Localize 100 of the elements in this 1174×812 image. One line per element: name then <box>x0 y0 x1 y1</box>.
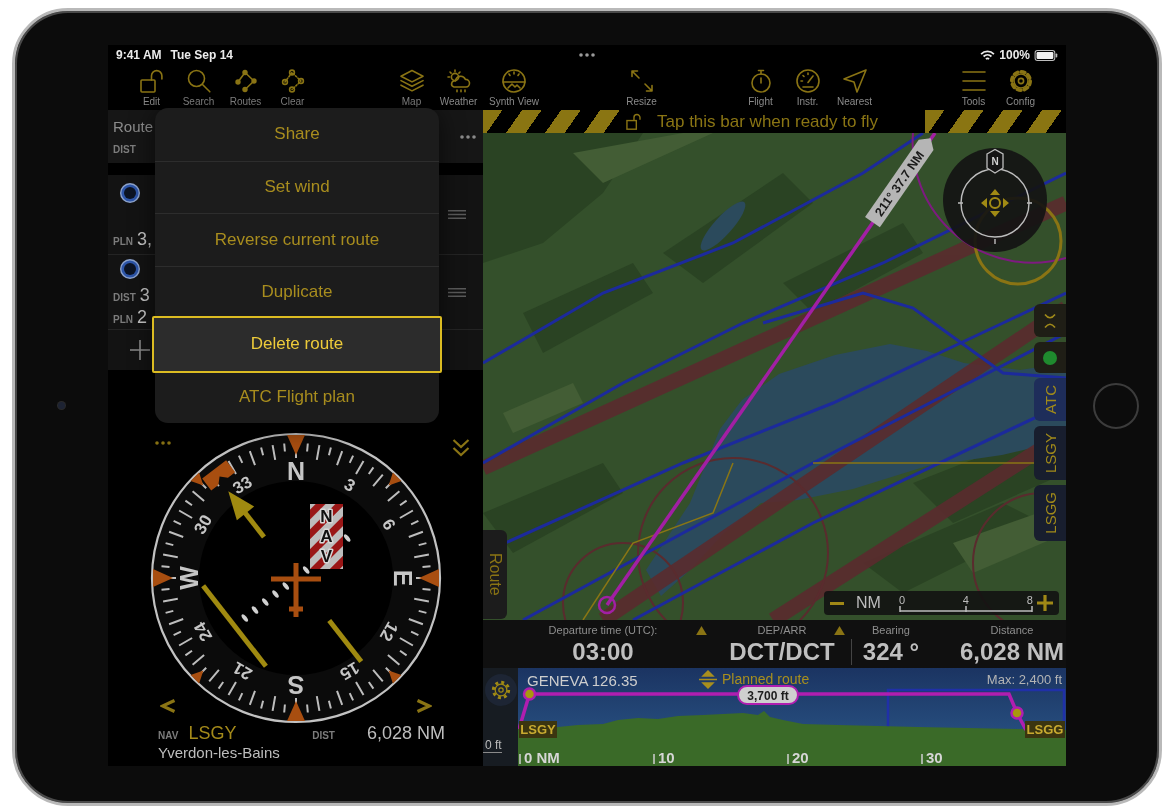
distance-axis-label: 20 <box>792 749 809 766</box>
course-tail-line <box>327 619 364 664</box>
multitasking-dots-icon[interactable] <box>579 53 595 57</box>
field-label: PLN <box>113 236 133 248</box>
plus-icon <box>1037 595 1053 611</box>
toolbar-button[interactable]: Resize <box>618 65 665 110</box>
field-label: PLN <box>113 314 133 326</box>
triangle-marker-icon <box>190 472 204 486</box>
info-label: DEP/ARR <box>757 624 807 636</box>
menu-icon <box>961 69 986 93</box>
chevron-right-icon[interactable] <box>416 698 432 714</box>
field-value: 2 <box>137 307 147 328</box>
compass-heading-label: S <box>287 671 305 699</box>
airplane-symbol-icon <box>268 560 324 620</box>
toolbar-button[interactable]: Config <box>997 65 1044 110</box>
column-label: DIST <box>113 144 136 156</box>
open-padlock-icon <box>139 69 164 93</box>
distance-axis-label: 30 <box>926 749 943 766</box>
toolbar-button[interactable]: Weather <box>435 65 482 110</box>
info-value[interactable]: 03:00 <box>572 638 634 666</box>
info-label: Distance <box>990 624 1034 636</box>
route-nodes-icon <box>233 69 258 93</box>
dist-label: DIST <box>312 730 335 742</box>
map-compass-control[interactable]: N <box>943 148 1047 252</box>
side-tab[interactable]: LSGG <box>1034 484 1066 541</box>
toolbar-button[interactable]: Edit <box>128 65 175 110</box>
battery-percentage: 100% <box>999 48 1030 62</box>
deviation-dot-icon <box>282 582 289 590</box>
resize-arrows-icon <box>629 69 654 93</box>
toolbar-button[interactable]: Flight <box>737 65 784 110</box>
route-tab[interactable]: Route <box>483 530 507 619</box>
drag-handle-icon[interactable] <box>448 287 466 297</box>
compass-heading-label: 15 <box>336 657 363 684</box>
waypoint-tag: LSGG <box>1025 721 1065 738</box>
nav-label: NAV <box>158 730 179 742</box>
side-tab[interactable] <box>1034 304 1066 337</box>
compass-heading-label: 21 <box>229 657 256 684</box>
ring-icon[interactable] <box>119 258 141 280</box>
wifi-icon <box>980 49 996 61</box>
menu-item[interactable]: Set wind <box>155 160 439 213</box>
chevron-left-icon[interactable] <box>160 698 176 714</box>
info-value[interactable]: 324 ° <box>862 638 920 666</box>
layers-icon <box>399 69 424 93</box>
waypoint-dot-icon <box>1010 706 1024 720</box>
panel-title: Route <box>113 118 154 136</box>
battery-icon <box>1034 49 1058 61</box>
deviation-dot-icon <box>241 614 248 622</box>
toolbar-button[interactable]: Nearest <box>831 65 878 110</box>
frequency-label: GENEVA 126.35 <box>527 672 638 689</box>
toolbar-button[interactable]: Search <box>175 65 222 110</box>
zoom-in-button[interactable] <box>1037 595 1053 611</box>
cloud-sun-icon <box>446 69 471 93</box>
toolbar-button[interactable]: Instr. <box>784 65 831 110</box>
side-tab[interactable]: LSGY <box>1034 425 1066 480</box>
profile-settings-button[interactable] <box>484 674 517 706</box>
info-value[interactable]: DCT/DCT <box>729 638 835 666</box>
double-chevron-down-icon[interactable] <box>452 438 470 458</box>
altitude-tag: 3,700 ft <box>737 685 799 705</box>
triangle-marker-icon <box>388 670 402 684</box>
triangle-marker-icon <box>190 670 204 684</box>
toolbar-button[interactable]: Tools <box>950 65 997 110</box>
zoom-out-button[interactable] <box>830 601 844 605</box>
compass-heading-label: N <box>286 457 306 485</box>
toolbar-button[interactable]: Map <box>388 65 435 110</box>
compass-heading-label: E <box>389 569 417 587</box>
open-padlock-icon <box>626 113 641 130</box>
toolbar-button[interactable]: Routes <box>222 65 269 110</box>
compass-heading-label: 24 <box>190 618 217 645</box>
add-button[interactable] <box>130 340 150 360</box>
more-icon[interactable] <box>460 134 476 139</box>
side-tab[interactable] <box>1034 342 1066 373</box>
status-date: Tue Sep 14 <box>170 48 234 62</box>
more-icon[interactable] <box>155 441 171 445</box>
waypoint-id: LSGY <box>188 723 237 744</box>
waypoint-name: Yverdon-les-Bains <box>158 744 281 762</box>
scale-label: 8 <box>1026 594 1033 606</box>
drag-handle-icon[interactable] <box>448 210 466 219</box>
menu-item[interactable]: Delete route <box>152 316 442 373</box>
dotted-route-icon <box>280 69 305 93</box>
side-tab[interactable]: ATC <box>1034 378 1066 421</box>
attitude-indicator-icon <box>502 69 526 93</box>
ring-icon[interactable] <box>119 182 141 204</box>
compass-heading-label: 12 <box>375 618 402 645</box>
scale-label: 0 <box>898 594 905 606</box>
profile-mode-label: Planned route <box>722 671 810 687</box>
menu-item[interactable]: Reverse current route <box>155 213 439 266</box>
toolbar-button[interactable]: Clear <box>269 65 316 110</box>
compass-heading-label: 6 <box>378 515 400 534</box>
stopwatch-icon <box>748 69 773 93</box>
menu-item[interactable]: Share <box>155 108 439 161</box>
menu-item[interactable]: ATC Flight plan <box>155 370 439 423</box>
brackets-icon <box>1044 312 1056 329</box>
compass-heading-label: 30 <box>190 511 217 538</box>
navigation-arrow-icon <box>842 69 867 93</box>
triangle-marker-icon <box>287 701 305 721</box>
camera-lens-icon <box>58 402 65 409</box>
toolbar-button[interactable]: Synth View <box>482 65 546 110</box>
deviation-dot-icon <box>303 566 310 574</box>
info-value[interactable]: 6,028 NM <box>959 638 1065 666</box>
settings-icon <box>1008 69 1033 93</box>
